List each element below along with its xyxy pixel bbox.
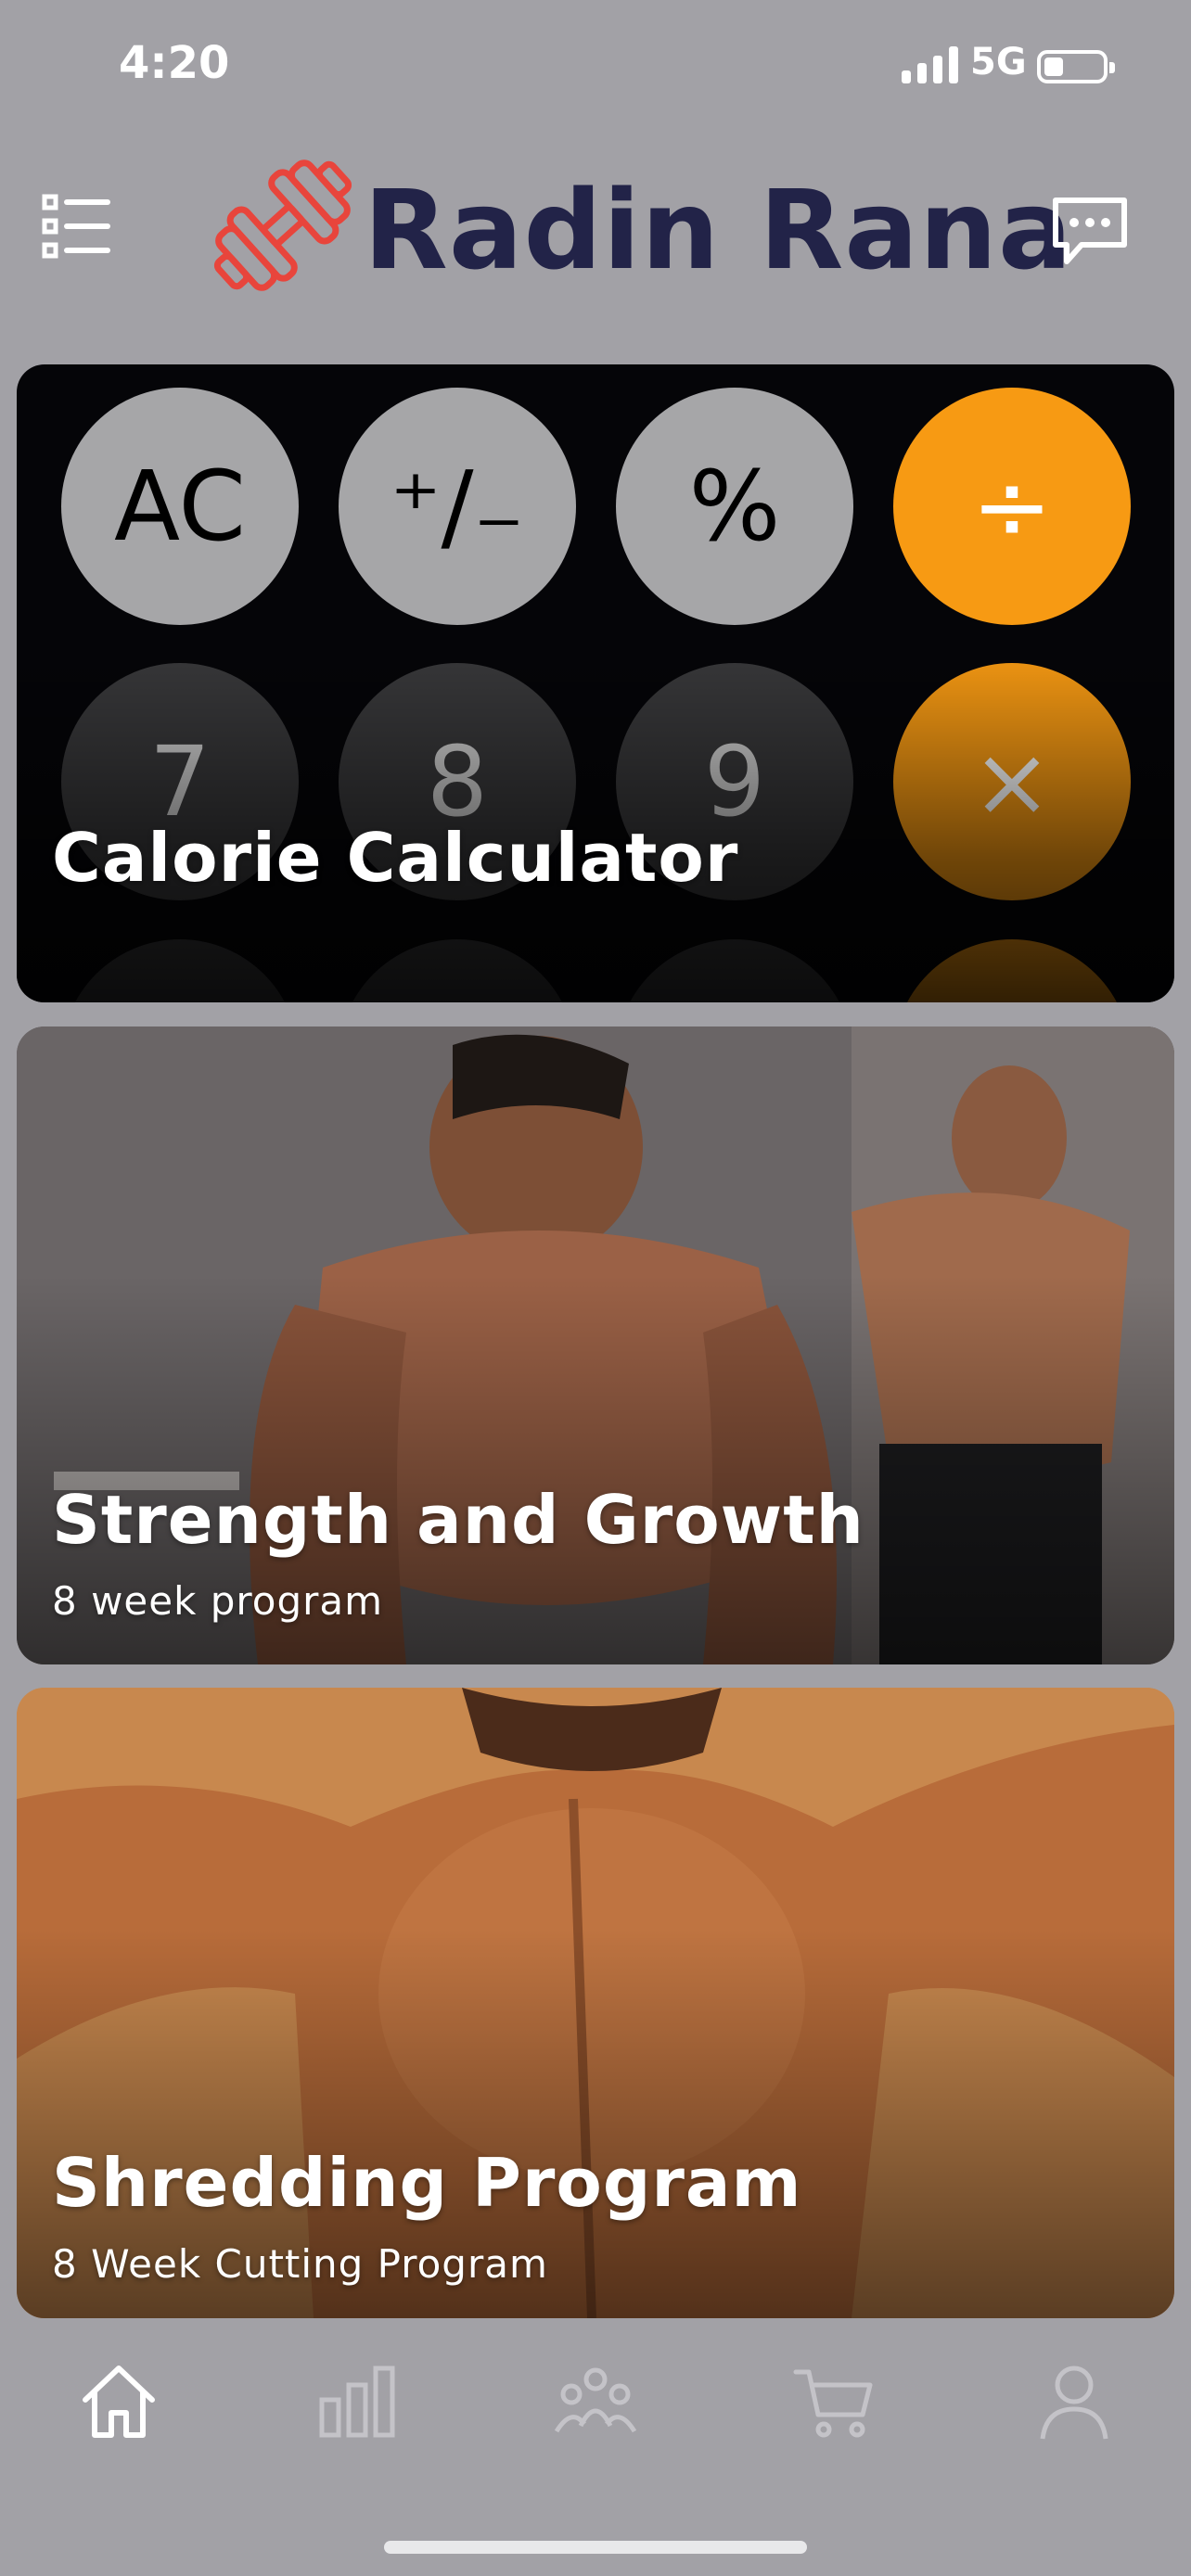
community-icon[interactable]: [549, 2355, 642, 2448]
shredding-program-card[interactable]: Shredding Program 8 Week Cutting Program: [17, 1688, 1174, 2318]
calc-key-ac: AC: [61, 388, 299, 625]
stats-icon[interactable]: [311, 2355, 403, 2448]
card-subtitle: 8 week program: [52, 1578, 384, 1624]
status-time: 4:20: [119, 37, 230, 89]
card-title: Calorie Calculator: [52, 819, 739, 897]
card-subtitle: 8 Week Cutting Program: [52, 2241, 548, 2287]
dumbbell-icon: [204, 156, 362, 295]
menu-list-icon[interactable]: [41, 191, 111, 261]
brand-name: Radin Rana: [364, 166, 1073, 294]
strength-growth-card[interactable]: Strength and Growth 8 week program: [17, 1027, 1174, 1664]
calc-key-sign: ⁺∕₋: [339, 388, 576, 625]
profile-icon[interactable]: [1028, 2355, 1121, 2448]
network-type: 5G: [970, 41, 1027, 83]
tab-bar: [0, 2318, 1191, 2576]
battery-icon: [1037, 50, 1115, 83]
app-header: Radin Rana: [0, 139, 1191, 362]
signal-icon: [902, 46, 959, 83]
calc-key-divide: ÷: [893, 388, 1131, 625]
card-title: Shredding Program: [52, 2144, 802, 2222]
status-bar: 4:20 5G: [0, 0, 1191, 139]
cart-icon[interactable]: [788, 2355, 881, 2448]
calorie-calculator-card[interactable]: AC ⁺∕₋ % ÷ 7 8 9 × Calorie Calculator: [17, 364, 1174, 1002]
calc-key-percent: %: [616, 388, 853, 625]
home-icon[interactable]: [72, 2355, 165, 2448]
home-indicator: [384, 2541, 807, 2554]
card-title: Strength and Growth: [52, 1481, 864, 1559]
chat-icon[interactable]: [1048, 191, 1132, 274]
